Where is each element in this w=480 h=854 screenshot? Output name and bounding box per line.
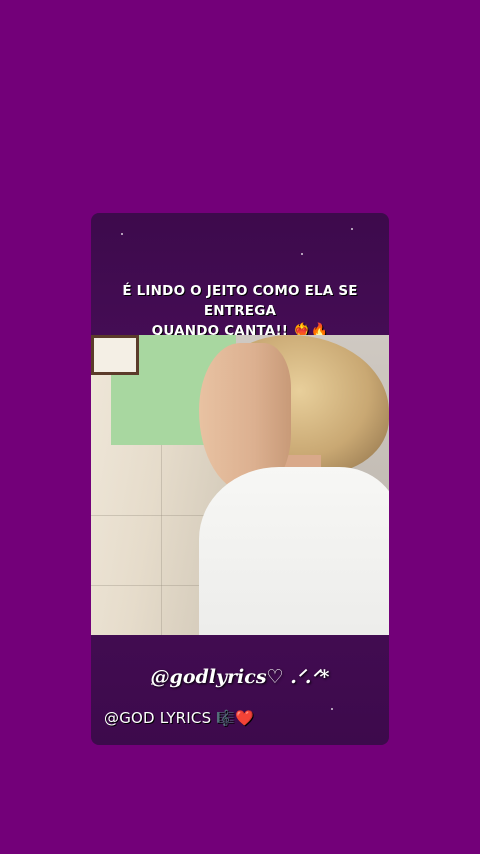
- sparkle: [301, 253, 303, 255]
- sparkle: [121, 233, 123, 235]
- credit-label: @GOD LYRICS 🎼❤️: [104, 709, 255, 727]
- picture-frame: [91, 335, 139, 375]
- tile-line: [161, 445, 162, 635]
- username-tag[interactable]: @godlyrics♡ .ᐟ.ᐟ*: [91, 666, 389, 688]
- story-card: É LINDO O JEITO COMO ELA SE ENTREGA QUAN…: [91, 213, 389, 745]
- person-shirt: [199, 467, 389, 635]
- video-frame[interactable]: [91, 335, 389, 635]
- story-caption: É LINDO O JEITO COMO ELA SE ENTREGA QUAN…: [91, 281, 389, 341]
- caption-line-1: É LINDO O JEITO COMO ELA SE ENTREGA: [122, 283, 358, 319]
- sparkle: [331, 708, 333, 710]
- sparkle: [351, 228, 353, 230]
